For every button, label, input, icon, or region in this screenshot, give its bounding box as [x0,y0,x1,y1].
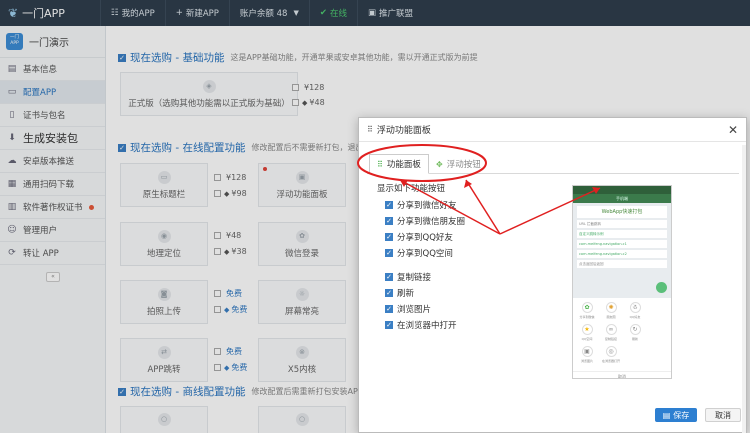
annotation-arrow [465,179,501,235]
annotation-ellipse [357,144,487,182]
annotation-arrow [499,187,601,235]
annotation-arrow [399,179,501,235]
annotation-overlay [357,144,601,235]
